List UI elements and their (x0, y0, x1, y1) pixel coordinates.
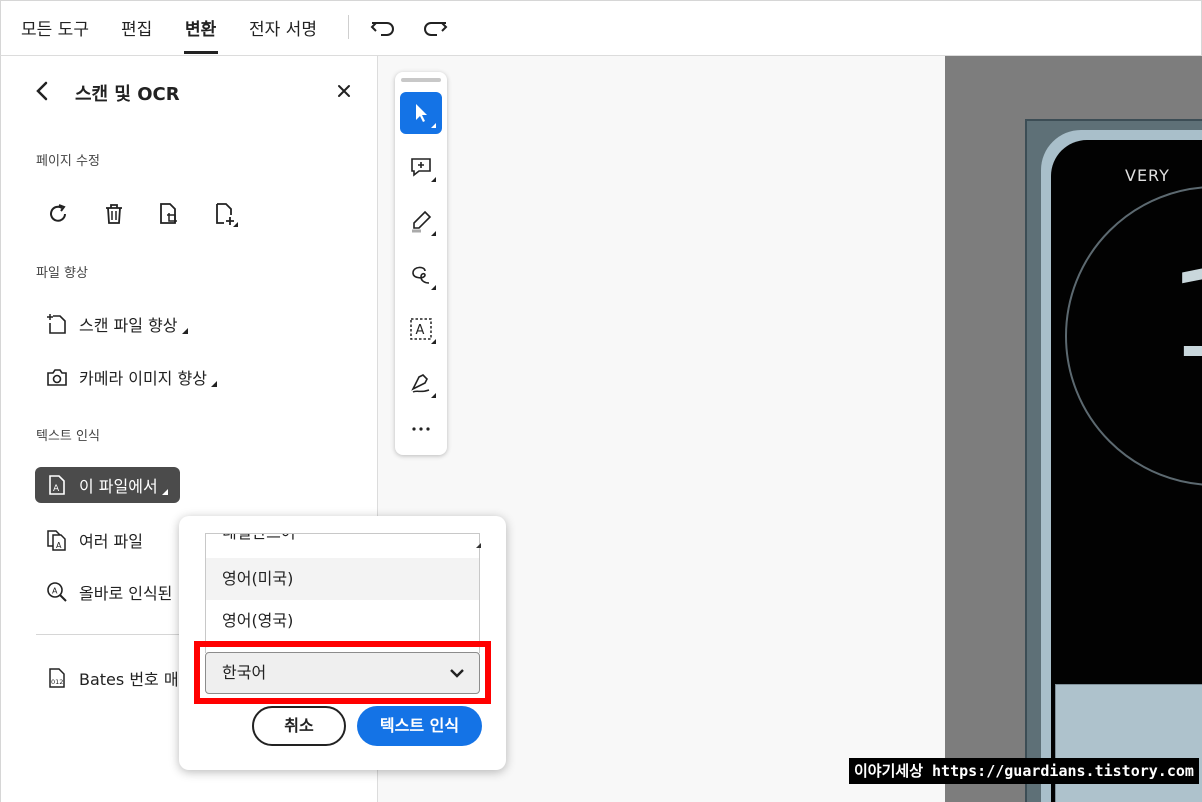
submenu-indicator (210, 381, 217, 387)
highlight-icon (412, 210, 432, 233)
bates-item[interactable]: 012 Bates 번호 매 (35, 660, 189, 696)
submenu-indicator (161, 489, 168, 495)
scan-enhance-item[interactable]: 스캔 파일 향상 (35, 306, 198, 342)
tab-edit[interactable]: 편집 (121, 15, 152, 40)
phone-lower-panel (1055, 684, 1202, 802)
highlight-tool-button[interactable] (400, 200, 442, 242)
scan-enhance-label: 스캔 파일 향상 (79, 316, 178, 335)
comment-tool-button[interactable] (400, 146, 442, 188)
undo-icon[interactable] (369, 13, 397, 41)
correct-recognized-label: 올바로 인식된 (79, 584, 173, 603)
multiple-files-label: 여러 파일 (79, 532, 143, 551)
svg-text:A: A (52, 587, 58, 596)
watermark: 이야기세상 https://guardians.tistory.com (849, 758, 1199, 784)
multiple-files-item[interactable]: A 여러 파일 (35, 522, 153, 558)
svg-text:A: A (53, 484, 60, 494)
cancel-button[interactable]: 취소 (252, 706, 346, 746)
phone-label: VERY (1125, 166, 1170, 185)
submenu-indicator (181, 328, 188, 334)
selected-language: 한국어 (222, 663, 267, 682)
close-icon[interactable] (334, 81, 354, 101)
language-option[interactable]: 영어(영국) (206, 600, 479, 642)
nav-divider (348, 15, 349, 39)
submenu-indicator (476, 543, 481, 548)
language-option[interactable]: 네덜란드어 (206, 534, 479, 554)
sign-icon (411, 374, 430, 393)
draw-tool-button[interactable] (400, 254, 442, 296)
back-icon[interactable] (31, 80, 53, 102)
text-select-tool-button[interactable]: A (400, 308, 442, 350)
chevron-down-icon (450, 669, 464, 678)
this-file-label: 이 파일에서 (79, 477, 158, 496)
section-file-enhance: 파일 향상 (36, 266, 88, 281)
enhance-scan-icon (47, 314, 66, 334)
sign-tool-button[interactable] (400, 362, 442, 404)
language-list[interactable]: 네덜란드어 영어(미국) 영어(영국) (205, 533, 480, 653)
section-page-edit: 페이지 수정 (36, 154, 100, 169)
tab-e-sign[interactable]: 전자 서명 (249, 15, 317, 40)
more-icon (412, 427, 430, 431)
document-text-icon: A (49, 475, 65, 495)
rotate-icon[interactable] (45, 201, 71, 227)
top-nav: 모든 도구 편집 변환 전자 서명 (0, 0, 1202, 56)
active-tab-indicator (184, 51, 218, 54)
multiple-documents-icon: A (47, 530, 66, 551)
text-select-icon: A (410, 318, 432, 340)
crop-page-icon[interactable] (156, 201, 182, 227)
bates-label: Bates 번호 매 (79, 670, 179, 689)
panel-title: 스캔 및 OCR (75, 84, 180, 105)
svg-text:A: A (56, 541, 62, 550)
language-option[interactable]: 영어(미국) (206, 558, 479, 600)
language-select[interactable]: 한국어 (205, 652, 480, 694)
insert-page-icon[interactable] (212, 201, 238, 227)
phone-digit: 1 (1169, 246, 1202, 385)
svg-text:A: A (416, 323, 425, 338)
comment-icon (411, 158, 431, 177)
camera-enhance-label: 카메라 이미지 향상 (79, 369, 207, 388)
tab-convert[interactable]: 변환 (185, 15, 216, 40)
bates-number-icon: 012 (49, 668, 65, 688)
select-tool-button[interactable] (400, 92, 442, 134)
correct-recognized-item[interactable]: A 올바로 인식된 (35, 574, 182, 610)
camera-icon (47, 369, 67, 386)
recognize-text-button[interactable]: 텍스트 인식 (357, 706, 482, 746)
redo-icon[interactable] (421, 13, 449, 41)
search-text-icon: A (47, 582, 67, 602)
section-text-recognition: 텍스트 인식 (36, 429, 100, 444)
select-icon (416, 104, 427, 122)
draw-icon (412, 266, 430, 284)
toolbar-drag-handle[interactable] (401, 78, 441, 82)
more-tools-button[interactable] (400, 408, 442, 450)
this-file-item[interactable]: A 이 파일에서 (35, 467, 180, 503)
document-page: VERY 1 (945, 56, 1202, 802)
svg-text:012: 012 (51, 678, 63, 686)
camera-enhance-item[interactable]: 카메라 이미지 향상 (35, 359, 227, 395)
quick-tools-bar: A (395, 72, 447, 455)
delete-icon[interactable] (101, 201, 127, 227)
tab-all-tools[interactable]: 모든 도구 (21, 15, 89, 40)
